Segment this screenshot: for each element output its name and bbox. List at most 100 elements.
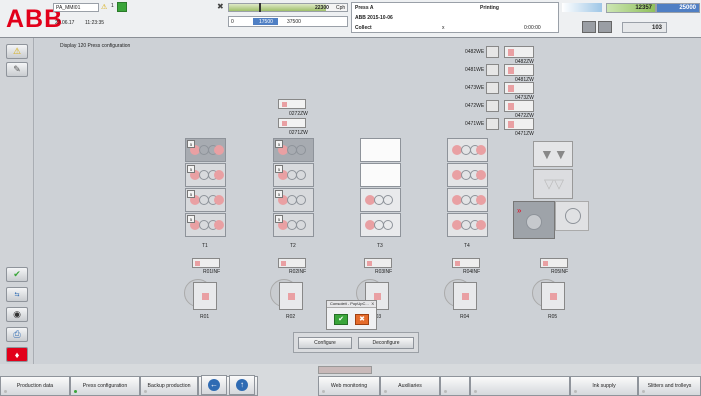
- upper-unit-2[interactable]: [278, 118, 306, 128]
- unit-box[interactable]: [504, 82, 534, 94]
- folder-mid[interactable]: ▽▽: [533, 169, 573, 199]
- unit-box[interactable]: [504, 100, 534, 112]
- nav-indicator: [322, 390, 325, 393]
- waste-field: 103: [622, 22, 667, 33]
- nav-label: Auxiliaries: [398, 383, 422, 389]
- print-couple[interactable]: 5: [185, 188, 226, 212]
- infeed-unit[interactable]: [452, 258, 480, 268]
- waste-bin-icon[interactable]: [598, 21, 612, 33]
- print-couple[interactable]: 5: [273, 213, 314, 237]
- print-couple[interactable]: [447, 163, 488, 187]
- header-bar: ABB PA_MMI01 ⚠ 1 27.06.17 11:23:35 ✖ 223…: [0, 0, 701, 38]
- trash-icon[interactable]: [582, 21, 596, 33]
- unit-label: 0471WE: [465, 121, 485, 127]
- folder-former[interactable]: »: [513, 201, 555, 239]
- status-marker: 5: [187, 165, 195, 173]
- configure-button[interactable]: Configure: [298, 337, 352, 349]
- nav-button[interactable]: Backup production: [140, 376, 198, 396]
- status-label: Collect: [355, 25, 372, 31]
- print-couple[interactable]: [447, 138, 488, 162]
- nav-button[interactable]: [470, 376, 570, 396]
- nav-button[interactable]: Press configuration: [70, 376, 140, 396]
- reel-stand[interactable]: [193, 282, 217, 310]
- reel-stand[interactable]: [541, 282, 565, 310]
- nav-indicator: [144, 390, 147, 393]
- print-couple[interactable]: [360, 163, 401, 187]
- roller-icon: [565, 208, 581, 224]
- unit-slot[interactable]: [486, 118, 499, 130]
- scroll-indicator[interactable]: [318, 366, 372, 374]
- nav-button[interactable]: Slitters and trolleys: [638, 376, 701, 396]
- status-marker: 5: [275, 215, 283, 223]
- warning-button[interactable]: ⚠: [6, 44, 28, 59]
- infeed-unit[interactable]: [192, 258, 220, 268]
- canada-flag-icon: ♦: [14, 349, 20, 360]
- nav-label: Backup production: [147, 383, 191, 389]
- upper-unit-1[interactable]: [278, 99, 306, 109]
- unit-box[interactable]: [504, 46, 534, 58]
- unit-slot[interactable]: [486, 100, 499, 112]
- ok-button[interactable]: ✔: [334, 314, 348, 325]
- print-couple[interactable]: [447, 213, 488, 237]
- unit-box[interactable]: [504, 64, 534, 76]
- camera-icon: ◉: [13, 309, 21, 319]
- print-couple[interactable]: [360, 188, 401, 212]
- print-couple[interactable]: 5: [185, 138, 226, 162]
- print-couple[interactable]: 5: [273, 188, 314, 212]
- reel-stand[interactable]: [279, 282, 303, 310]
- print-button[interactable]: ⎙: [6, 327, 28, 342]
- unit-slot[interactable]: [486, 82, 499, 94]
- status-marker: 5: [187, 215, 195, 223]
- print-couple[interactable]: [360, 213, 401, 237]
- check-button[interactable]: ✔: [6, 267, 28, 282]
- tower-label: T3: [377, 243, 383, 249]
- user-name: PA_MMI01: [56, 5, 81, 11]
- nav-button[interactable]: Ink supply: [570, 376, 638, 396]
- unit-slot[interactable]: [486, 64, 499, 76]
- nav-indicator: [574, 390, 577, 393]
- tools-icon[interactable]: ✖: [217, 2, 224, 11]
- unit-box[interactable]: [504, 118, 534, 130]
- speed-gauge-fill: [229, 4, 326, 11]
- print-couple[interactable]: 5: [273, 138, 314, 162]
- deconfigure-button[interactable]: Deconfigure: [358, 337, 414, 349]
- print-couple[interactable]: [360, 138, 401, 162]
- plate-cylinder: [476, 145, 486, 155]
- pen-button[interactable]: ✎: [6, 62, 28, 77]
- config-panel: Configure Deconfigure: [293, 332, 419, 353]
- press-name: Press A: [355, 5, 374, 11]
- unit-slot[interactable]: [486, 46, 499, 58]
- reel-label: R01: [200, 314, 210, 320]
- folder-jaw[interactable]: [555, 201, 589, 231]
- upper-unit-1-label: 0272ZW: [289, 111, 308, 117]
- print-couple[interactable]: [447, 188, 488, 212]
- nav-button[interactable]: Web monitoring: [318, 376, 380, 396]
- folder-top[interactable]: ▼▼: [533, 141, 573, 167]
- date-text: 27.06.17: [55, 20, 75, 26]
- print-couple[interactable]: 5: [273, 163, 314, 187]
- infeed-unit[interactable]: [278, 258, 306, 268]
- cancel-button[interactable]: ✖: [355, 314, 369, 325]
- tower-label: T1: [202, 243, 208, 249]
- nav-button[interactable]: Production data: [0, 376, 70, 396]
- infeed-unit[interactable]: [540, 258, 568, 268]
- nav-button[interactable]: Auxiliaries: [380, 376, 440, 396]
- speed-unit: Cph: [336, 5, 346, 11]
- reel-stand[interactable]: [453, 282, 477, 310]
- flag-button[interactable]: ♦: [6, 347, 28, 362]
- up-button[interactable]: ↑: [229, 375, 255, 395]
- swap-button[interactable]: ⇆: [6, 287, 28, 302]
- popup-titlebar: Consoleit - PopUpC... X: [327, 301, 376, 308]
- reel-label: R05: [548, 314, 558, 320]
- reel-label: R02: [286, 314, 296, 320]
- upper-unit-2-label: 0271ZW: [289, 130, 308, 136]
- back-button[interactable]: ←: [201, 375, 227, 395]
- print-couple[interactable]: 5: [185, 213, 226, 237]
- nav-button[interactable]: [440, 376, 470, 396]
- infeed-unit[interactable]: [364, 258, 392, 268]
- print-couple[interactable]: 5: [185, 163, 226, 187]
- popup-close[interactable]: X: [371, 301, 374, 306]
- camera-button[interactable]: ◉: [6, 307, 28, 322]
- user-count: 1: [111, 3, 114, 9]
- check-icon: ✔: [338, 316, 344, 323]
